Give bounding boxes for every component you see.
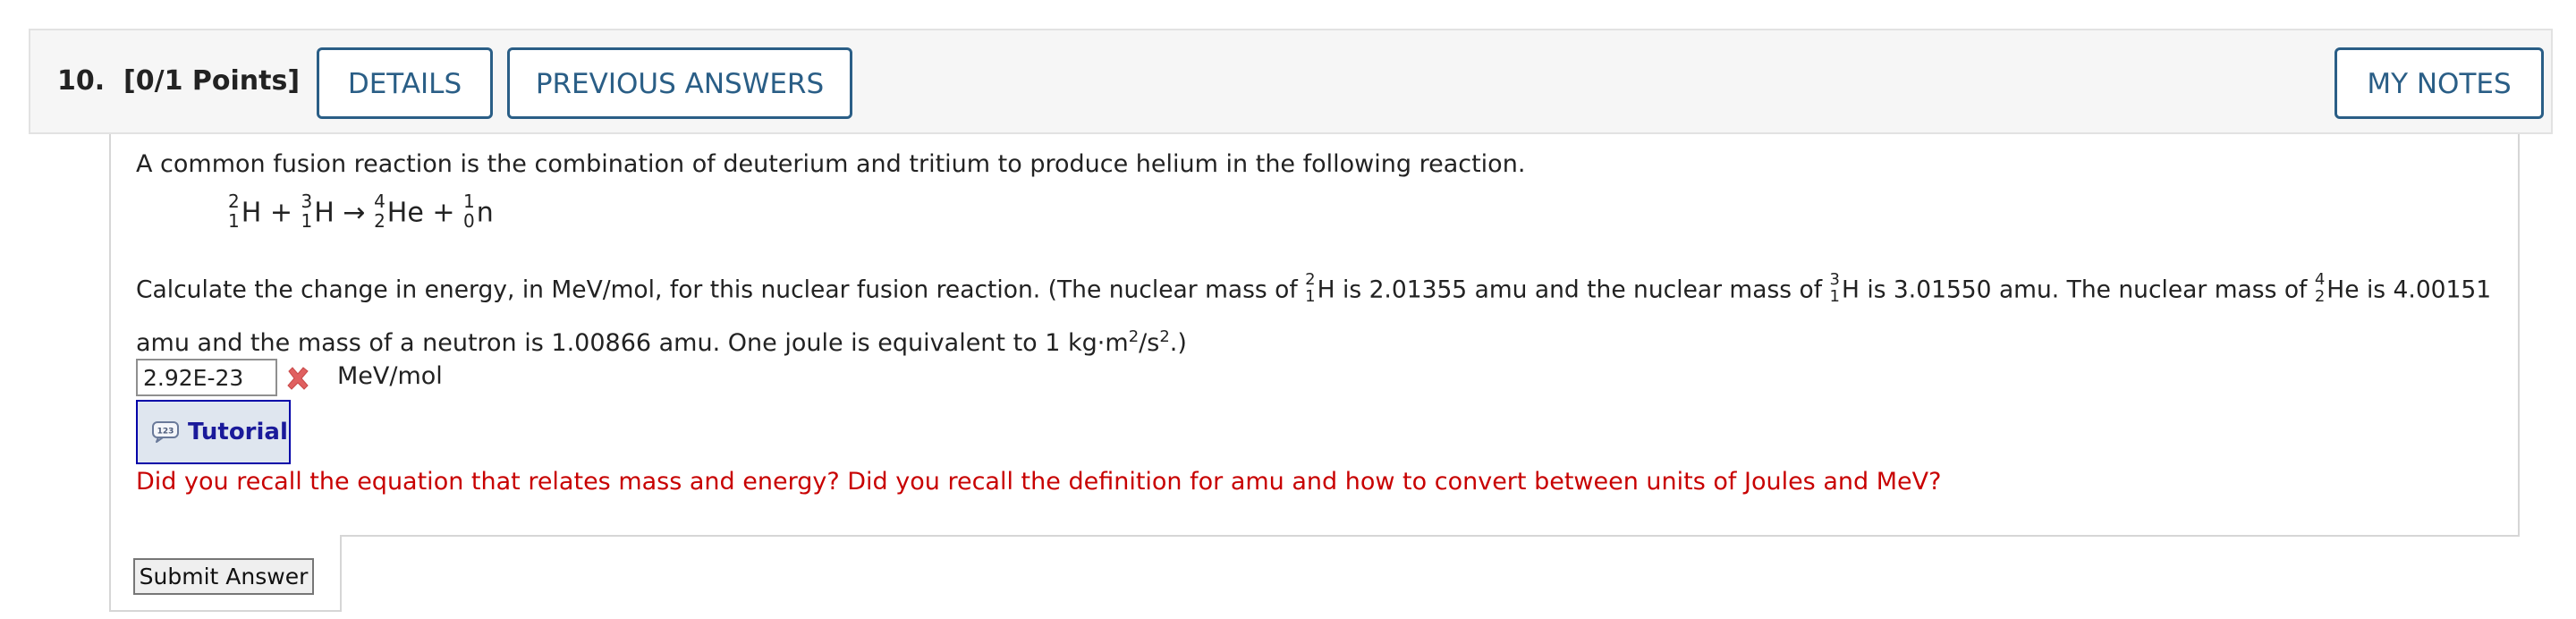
atomic-number: 0	[463, 210, 475, 232]
prompt-text: is 3.01550 amu. The nuclear mass of	[1867, 276, 2308, 304]
answer-unit: MeV/mol	[337, 362, 443, 390]
calculator-speech-icon: 123	[152, 421, 179, 443]
question-number: 10. [0/1 Points]	[57, 30, 300, 132]
my-notes-button[interactable]: MY NOTES	[2334, 47, 2544, 119]
mass-number: 3	[301, 191, 313, 212]
mass-number: 3	[1829, 270, 1840, 289]
mass-number: 2	[228, 191, 240, 212]
tutorial-label: Tutorial	[188, 419, 288, 445]
atomic-number: 1	[228, 210, 240, 232]
question-index: 10.	[57, 65, 106, 97]
nuclide-helium: 4 2 He	[2314, 270, 2360, 308]
atomic-number: 1	[301, 210, 313, 232]
atomic-number: 2	[374, 210, 386, 232]
question-intro: A common fusion reaction is the combinat…	[136, 150, 1526, 178]
x-icon	[287, 367, 309, 390]
plus-sign: +	[269, 197, 292, 229]
element-symbol: n	[476, 197, 494, 229]
previous-answers-button[interactable]: PREVIOUS ANSWERS	[507, 47, 852, 119]
nuclide-tritium: 31H	[301, 191, 335, 233]
nuclide-neutron: 10n	[463, 191, 494, 233]
prompt-text: Calculate the change in energy, in MeV/m…	[136, 276, 1298, 304]
reaction-arrow: →	[343, 197, 366, 229]
prompt-text: is 4.00151	[2366, 276, 2492, 304]
details-button[interactable]: DETAILS	[317, 47, 493, 119]
mass-number: 1	[463, 191, 475, 212]
question-prompt: Calculate the change in energy, in MeV/m…	[136, 270, 2492, 308]
feedback-message: Did you recall the equation that relates…	[136, 468, 1942, 496]
prompt-text: amu and the mass of a neutron is 1.00866…	[136, 329, 1129, 357]
question-header: 10. [0/1 Points] DETAILS PREVIOUS ANSWER…	[29, 29, 2553, 134]
element-symbol: H	[314, 197, 335, 229]
question-prompt-line2: amu and the mass of a neutron is 1.00866…	[136, 327, 1187, 357]
prompt-text: /s	[1139, 329, 1160, 357]
reaction-equation: 21H + 31H → 4 2 He + 10n	[228, 191, 494, 233]
question-points: [0/1 Points]	[123, 65, 301, 97]
atomic-number: 1	[1829, 287, 1840, 306]
superscript: 2	[1128, 327, 1140, 346]
superscript: 2	[1159, 327, 1170, 346]
element-symbol: He	[386, 197, 424, 229]
answer-input[interactable]	[136, 359, 277, 396]
mass-number: 4	[374, 191, 386, 212]
element-symbol: H	[1841, 276, 1860, 304]
atomic-number: 1	[1305, 287, 1316, 306]
plus-sign: +	[432, 197, 455, 229]
nuclide-tritium: 31H	[1829, 270, 1860, 308]
prompt-text: .)	[1169, 329, 1187, 357]
nuclide-deuterium: 21H	[228, 191, 262, 233]
submit-answer-button[interactable]: Submit Answer	[133, 558, 314, 595]
nuclide-deuterium: 21H	[1305, 270, 1335, 308]
element-symbol: H	[1317, 276, 1335, 304]
nuclide-helium: 4 2 He	[374, 191, 424, 233]
svg-text:123: 123	[157, 428, 174, 437]
element-symbol: He	[2326, 276, 2360, 304]
mass-number: 2	[1305, 270, 1316, 289]
mass-number: 4	[2314, 270, 2326, 289]
element-symbol: H	[241, 197, 262, 229]
prompt-text: is 2.01355 amu and the nuclear mass of	[1342, 276, 1823, 304]
atomic-number: 2	[2314, 287, 2326, 306]
tutorial-button[interactable]: 123 Tutorial	[136, 400, 291, 464]
